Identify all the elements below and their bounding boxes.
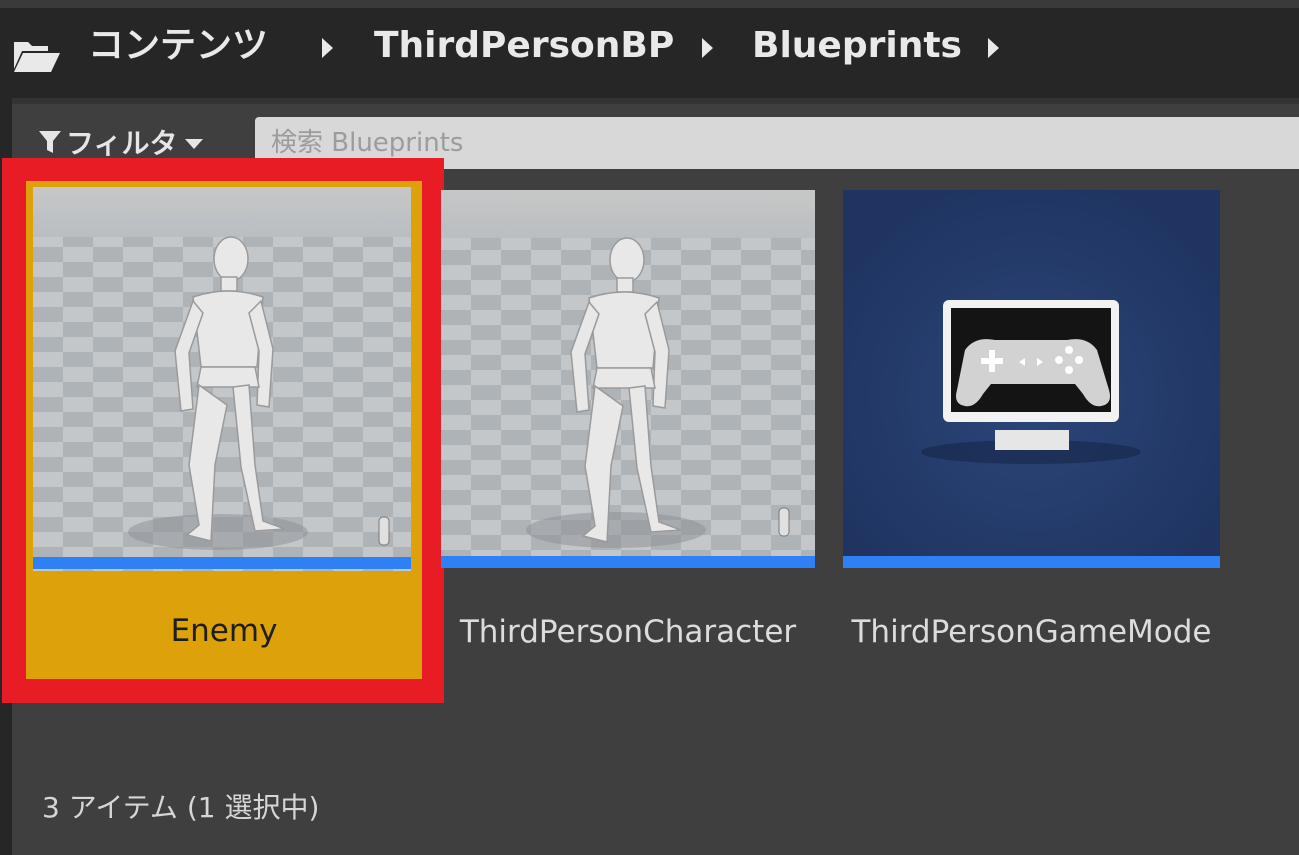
asset-type-bar: [843, 556, 1220, 568]
asset-label: ThirdPersonCharacter: [459, 614, 797, 650]
asset-label: Enemy: [170, 613, 278, 649]
asset-type-bar: [33, 557, 411, 569]
chevron-right-icon[interactable]: [988, 38, 999, 58]
asset-thumbnail: [843, 190, 1220, 568]
mannequin-icon: [33, 187, 411, 571]
filter-icon: [39, 131, 61, 153]
asset-thumbnail: [33, 187, 411, 571]
mannequin-icon: [441, 190, 815, 568]
filter-button[interactable]: フィルタ: [38, 122, 204, 162]
folder-open-icon[interactable]: [12, 38, 62, 74]
gamepad-monitor-icon: [843, 190, 1220, 568]
asset-tile-thirdpersoncharacter[interactable]: ThirdPersonCharacter: [441, 190, 815, 670]
asset-tile-enemy[interactable]: Enemy: [26, 181, 422, 679]
breadcrumb-item-blueprints[interactable]: Blueprints: [752, 26, 962, 66]
chevron-right-icon[interactable]: [702, 38, 713, 58]
window-top-edge: [0, 0, 1299, 8]
filter-label: フィルタ: [66, 127, 178, 160]
asset-label: ThirdPersonGameMode: [851, 614, 1212, 650]
chevron-down-icon: [185, 139, 204, 149]
item-count-status: 3 アイテム (1 選択中): [42, 791, 320, 824]
asset-thumbnail: [441, 190, 815, 568]
asset-type-bar: [441, 556, 815, 568]
chevron-right-icon[interactable]: [322, 38, 333, 58]
asset-tile-thirdpersongamemode[interactable]: ThirdPersonGameMode: [843, 190, 1220, 670]
breadcrumb-item-content[interactable]: コンテンツ: [88, 26, 268, 66]
breadcrumb-item-thirdpersonbp[interactable]: ThirdPersonBP: [374, 26, 674, 66]
